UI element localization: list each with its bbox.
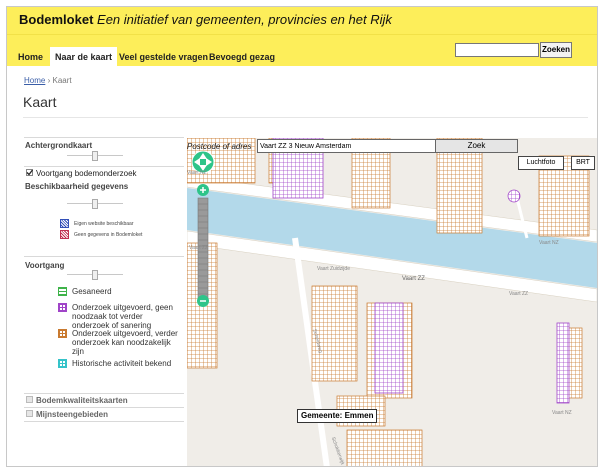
street-label: Vaart ZZ [189, 245, 209, 251]
nav-home[interactable]: Home [13, 48, 48, 66]
slider-handle[interactable] [92, 270, 98, 280]
site-search-button[interactable]: Zoeken [540, 42, 572, 58]
main-navigation: Home Naar de kaart Veel gestelde vragen … [7, 34, 597, 67]
street-label: Vaart NZ [552, 410, 572, 416]
nav-naar-de-kaart[interactable]: Naar de kaart [50, 47, 118, 67]
voortgang-opacity-slider[interactable] [67, 270, 123, 280]
street-label: Vaart ZZ [509, 291, 529, 297]
address-search-label: Postcode of adres [187, 142, 252, 151]
divider [24, 256, 184, 257]
parcel-purple-circle [507, 189, 521, 203]
voortgang-checkbox[interactable] [26, 169, 33, 176]
achtergrondkaart-opacity-slider[interactable] [67, 151, 123, 161]
municipality-label: Gemeente: Emmen [297, 409, 378, 423]
achtergrondkaart-heading: Achtergrondkaart [25, 141, 93, 150]
voortgang-checkbox-label[interactable]: Voortgang bodemonderzoek [36, 169, 137, 178]
map-viewport[interactable]: Postcode of adres Zoek Luchtfoto BRT Vaa… [187, 138, 597, 467]
legend-swatch-historische-activiteit [58, 359, 67, 368]
site-search-input[interactable] [455, 43, 539, 57]
street-label: Vaart Zuidzijde [317, 266, 350, 272]
divider [24, 407, 184, 408]
divider [24, 137, 184, 138]
legend-geen-gegevens: Geen gegevens in Bodemloket [74, 232, 143, 238]
luchtfoto-button[interactable]: Luchtfoto [518, 156, 564, 170]
slider-handle[interactable] [92, 199, 98, 209]
map-canvas[interactable] [187, 138, 597, 467]
divider [23, 117, 588, 118]
legend-verder-onderzoek: Onderzoek uitgevoerd, verder onderzoek k… [72, 329, 178, 356]
street-label: Vaart NZ [187, 170, 207, 176]
legend-eigen-website: Eigen website beschikbaar [74, 221, 134, 227]
breadcrumb: Home › Kaart [24, 76, 72, 85]
breadcrumb-home[interactable]: Home [24, 76, 45, 85]
voortgang-heading: Voortgang [25, 261, 65, 270]
divider [24, 166, 184, 167]
page-title: Kaart [23, 94, 57, 110]
street-label: Vaart NZ [539, 240, 559, 246]
beschikbaarheid-opacity-slider[interactable] [67, 199, 123, 209]
legend-gesaneerd: Gesaneerd [72, 287, 112, 296]
mijnsteen-checkbox[interactable] [26, 410, 33, 417]
legend-swatch-verder-onderzoek [58, 329, 67, 338]
mijnsteen-label[interactable]: Mijnsteengebieden [36, 410, 108, 419]
breadcrumb-current: Kaart [52, 76, 72, 85]
beschikbaarheid-heading: Beschikbaarheid gegevens [25, 182, 129, 191]
site-banner: Bodemloket Een initiatief van gemeenten,… [7, 7, 597, 34]
bodemkwaliteit-checkbox[interactable] [26, 396, 33, 403]
legend-swatch-eigen-website [60, 219, 69, 228]
brt-button[interactable]: BRT [571, 156, 595, 170]
slider-handle[interactable] [92, 151, 98, 161]
street-label: Vaart ZZ [402, 276, 425, 282]
legend-swatch-geen-gegevens [60, 230, 69, 239]
legend-historische-activiteit: Historische activiteit bekend [72, 359, 172, 368]
bodemkwaliteit-label[interactable]: Bodemkwaliteitskaarten [36, 396, 128, 405]
address-search-button[interactable]: Zoek [435, 139, 518, 153]
brand-tagline: Een initiatief van gemeenten, provincies… [97, 12, 392, 27]
breadcrumb-separator: › [47, 76, 51, 85]
brand-name[interactable]: Bodemloket [19, 12, 93, 27]
map-sidebar: Achtergrondkaart Voortgang bodemonderzoe… [22, 129, 187, 466]
legend-geen-noodzaak: Onderzoek uitgevoerd, geen noodzaak tot … [72, 303, 173, 330]
nav-bevoegd-gezag[interactable]: Bevoegd gezag [204, 48, 280, 66]
address-search-input[interactable] [257, 139, 436, 153]
legend-swatch-geen-noodzaak [58, 303, 67, 312]
divider [24, 421, 184, 422]
page-frame: Bodemloket Een initiatief van gemeenten,… [6, 6, 598, 467]
divider [24, 393, 184, 394]
checkmark-icon [26, 169, 33, 176]
nav-veel-gestelde-vragen[interactable]: Veel gestelde vragen [114, 48, 213, 66]
legend-swatch-gesaneerd [58, 287, 67, 296]
